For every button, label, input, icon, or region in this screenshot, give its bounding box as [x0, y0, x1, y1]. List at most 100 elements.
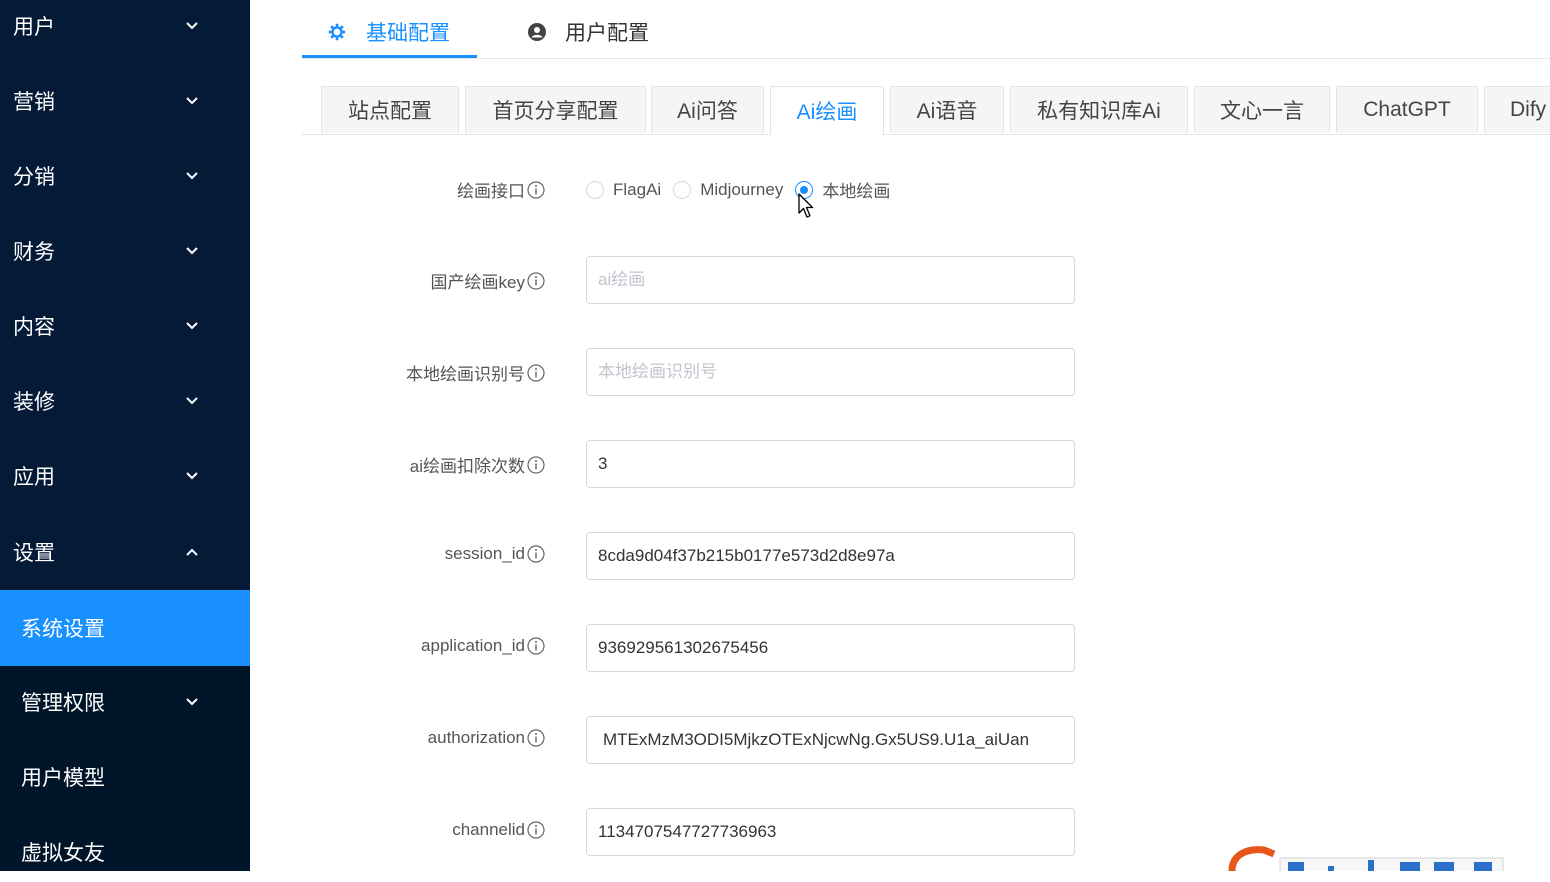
- info-icon[interactable]: [527, 271, 545, 290]
- tab-chatgpt[interactable]: ChatGPT: [1336, 86, 1478, 133]
- form-row-authorization: authorization: [302, 716, 1550, 764]
- tab-private-knowledge-ai[interactable]: 私有知识库Ai: [1010, 86, 1188, 133]
- form-row-local-id: 本地绘画识别号: [302, 348, 1550, 396]
- tab-label: 用户配置: [565, 22, 649, 45]
- sidebar-item-label: 分销: [13, 166, 55, 189]
- mouse-cursor-icon: [798, 193, 814, 218]
- sidebar-item-admin-permissions[interactable]: 管理权限: [0, 672, 250, 732]
- sidebar-item-label: 用户: [13, 16, 55, 39]
- tab-site-config[interactable]: 站点配置: [321, 86, 459, 133]
- channelid-input[interactable]: [586, 808, 1075, 856]
- chevron-down-icon: [186, 97, 198, 105]
- tab-label: 私有知识库Ai: [1037, 100, 1161, 123]
- info-icon[interactable]: [527, 821, 545, 839]
- sub-tabs: 站点配置 首页分享配置 Ai问答 Ai绘画 Ai语音 私有知识库Ai 文心一言 …: [302, 86, 1550, 135]
- sidebar-item-label: 应用: [13, 466, 55, 489]
- info-icon[interactable]: [527, 180, 545, 199]
- label-text: session_id: [444, 544, 525, 563]
- sidebar-item-label: 财务: [13, 241, 55, 264]
- form-row-session-id: session_id: [302, 532, 1550, 580]
- sidebar-item-user-model[interactable]: 用户模型: [0, 747, 250, 807]
- radio-flagai[interactable]: FlagAi: [586, 180, 661, 200]
- tab-basic-config[interactable]: 基础配置: [328, 12, 450, 52]
- sidebar-item-label: 管理权限: [21, 692, 105, 715]
- user-circle-icon: [528, 23, 546, 41]
- label-text: ai绘画扣除次数: [409, 457, 525, 476]
- sidebar-item-label: 系统设置: [21, 618, 105, 641]
- tab-label: Ai绘画: [796, 101, 858, 124]
- form-row-draw-api: 绘画接口 FlagAi Midjourney 本地绘画: [302, 175, 1550, 223]
- info-icon[interactable]: [527, 455, 545, 474]
- info-icon[interactable]: [527, 637, 545, 655]
- info-icon[interactable]: [527, 729, 545, 747]
- sidebar: 用户 营销 分销 财务 内容 装修 应用 设置 系统设置 管理权限 用户模型 虚…: [0, 0, 250, 871]
- tab-label: 首页分享配置: [492, 100, 619, 123]
- chevron-down-icon: [186, 322, 198, 330]
- tab-ai-voice[interactable]: Ai语音: [890, 86, 1004, 133]
- label-text: channelid: [452, 820, 525, 839]
- info-icon[interactable]: [527, 545, 545, 563]
- sidebar-item-label: 用户模型: [21, 767, 105, 790]
- sidebar-item-marketing[interactable]: 营销: [0, 71, 250, 131]
- tab-label: Ai问答: [677, 100, 738, 123]
- session-id-input[interactable]: [586, 532, 1075, 580]
- active-tab-indicator: [302, 55, 477, 58]
- sidebar-item-distribution[interactable]: 分销: [0, 146, 250, 206]
- sidebar-item-label: 虚拟女友: [21, 842, 105, 865]
- sidebar-item-label: 内容: [13, 316, 55, 339]
- local-id-input[interactable]: [586, 348, 1075, 396]
- sidebar-item-label: 设置: [13, 542, 55, 565]
- form-row-deduct-count: ai绘画扣除次数: [302, 440, 1550, 488]
- sidebar-item-user[interactable]: 用户: [0, 0, 250, 56]
- tab-user-config[interactable]: 用户配置: [527, 12, 649, 52]
- tab-label: 站点配置: [348, 100, 432, 123]
- ime-toolbar-icon[interactable]: [1228, 846, 1504, 871]
- label-text: 绘画接口: [457, 182, 525, 201]
- label-text: 本地绘画识别号: [406, 365, 525, 384]
- radio-label: FlagAi: [613, 179, 662, 199]
- radio-label: Midjourney: [700, 179, 784, 199]
- form-row-domestic-key: 国产绘画key: [302, 256, 1550, 304]
- chevron-down-icon: [186, 472, 198, 480]
- sidebar-item-content[interactable]: 内容: [0, 296, 250, 356]
- tab-wenxin[interactable]: 文心一言: [1194, 86, 1330, 133]
- sidebar-item-virtual-girlfriend[interactable]: 虚拟女友: [0, 822, 250, 882]
- form-label: ai绘画扣除次数: [410, 452, 545, 477]
- top-tabs: 基础配置 用户配置: [302, 0, 1550, 59]
- chevron-down-icon: [186, 172, 198, 180]
- sidebar-item-decoration[interactable]: 装修: [0, 371, 250, 431]
- tab-label: Dify: [1510, 98, 1547, 121]
- label-text: application_id: [421, 636, 525, 655]
- info-icon[interactable]: [527, 363, 545, 382]
- radio-circle[interactable]: [673, 180, 692, 199]
- sidebar-item-finance[interactable]: 财务: [0, 221, 250, 281]
- tab-label: Ai语音: [916, 100, 978, 123]
- deduct-count-input[interactable]: [586, 440, 1075, 488]
- radio-midjourney[interactable]: Midjourney: [673, 180, 783, 200]
- sidebar-item-label: 装修: [13, 391, 55, 414]
- sidebar-item-system-settings[interactable]: 系统设置: [0, 590, 250, 666]
- tab-ai-qa[interactable]: Ai问答: [651, 86, 764, 133]
- form-label: 绘画接口: [457, 177, 545, 202]
- tab-label: 基础配置: [366, 22, 450, 45]
- label-text: authorization: [427, 728, 525, 747]
- gear-icon: [328, 23, 346, 41]
- domestic-key-input[interactable]: [586, 256, 1075, 304]
- sidebar-item-apps[interactable]: 应用: [0, 446, 250, 506]
- form-label: 本地绘画识别号: [406, 360, 545, 385]
- tab-dify[interactable]: Dify: [1484, 86, 1550, 133]
- radio-circle[interactable]: [586, 180, 604, 199]
- authorization-input[interactable]: [586, 716, 1075, 764]
- sidebar-item-label: 营销: [13, 91, 55, 114]
- radio-label: 本地绘画: [822, 182, 891, 201]
- form-label: 国产绘画key: [431, 268, 545, 293]
- sidebar-item-settings[interactable]: 设置: [0, 522, 250, 582]
- draw-api-radio-group: FlagAi Midjourney 本地绘画: [586, 177, 902, 202]
- form-label: channelid: [452, 820, 545, 840]
- chevron-down-icon: [186, 397, 198, 405]
- tab-home-share-config[interactable]: 首页分享配置: [465, 86, 646, 133]
- application-id-input[interactable]: [586, 624, 1075, 672]
- tab-ai-drawing[interactable]: Ai绘画: [770, 86, 884, 135]
- label-text: 国产绘画key: [430, 273, 525, 292]
- tab-label: ChatGPT: [1363, 98, 1451, 121]
